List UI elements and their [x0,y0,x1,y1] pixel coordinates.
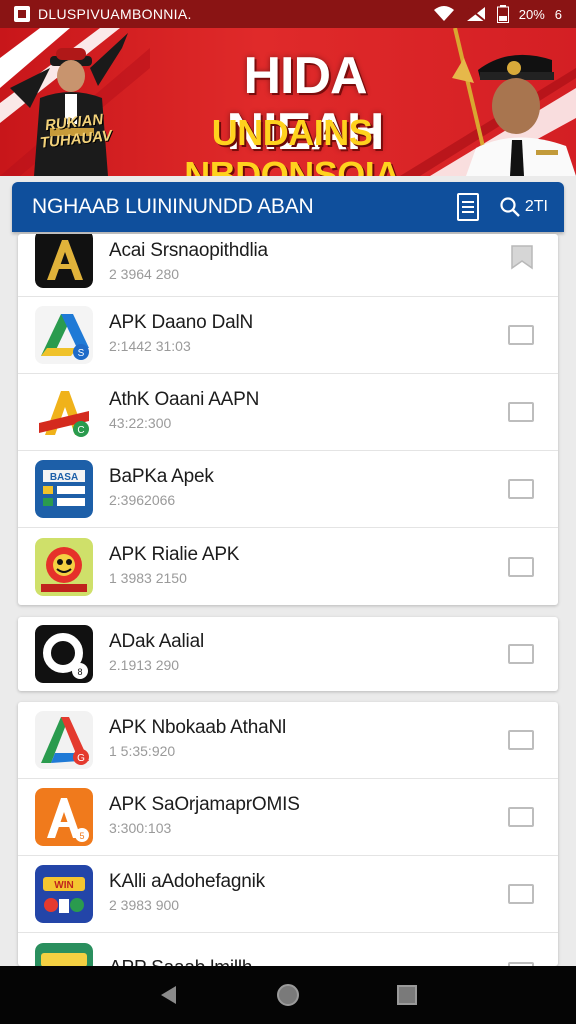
blue-panel-icon: BASA [35,460,93,518]
select-checkbox[interactable] [508,884,534,904]
status-bar: DLUSPIVUAMBONNIA. 20% 6 [0,0,576,28]
recents-button[interactable] [393,981,421,1009]
select-checkbox[interactable] [508,556,534,577]
list-item-name: ADak Aalial [109,630,204,652]
list-item-name: APK Nbokaab AthaNl [109,716,287,738]
list-item[interactable]: 5 APK SaOrjamaprOMIS 3:300:103 [18,779,558,856]
list-item[interactable]: 8 ADak Aalial 2.1913 290 [18,617,558,691]
orange-a-icon: 5 [35,788,93,846]
game-icon: WIN [35,865,93,923]
list-item-meta: 1 3983 2150 [109,569,187,586]
select-checkbox[interactable] [508,402,534,422]
wifi-icon [433,6,454,21]
list-item-text: APP Saaab lmillh [109,957,252,966]
notification-app-icon [14,6,30,22]
list-item[interactable]: S APK Daano DalN 2:1442 31:03 [18,297,558,374]
list-item[interactable]: APP Saaab lmillh [18,933,558,966]
list-item-meta: 43:22:300 [109,414,172,431]
list-item-name: Acai Srsnaopithdlia [109,239,268,261]
list-item[interactable]: WIN KAlli aAdohefagnik 2 3983 900 [18,856,558,933]
list-item-meta: 2:3962066 [109,491,176,508]
list-item[interactable]: BASA BaPKa Apek 2:3962066 [18,451,558,528]
status-indicators: 20% 6 [433,5,562,23]
back-icon [161,986,177,1004]
officer-right-image [466,54,576,176]
select-checkbox[interactable] [508,730,534,750]
svg-text:S: S [78,348,85,359]
list-item-text: KAlli aAdohefagnik 2 3983 900 [109,871,265,913]
red-yellow-a-icon: C [35,383,93,441]
list-item-name: APK Daano DalN [109,311,253,333]
app-bar-title: NGHAAB LUININUNDD ABAN [32,195,314,218]
select-checkbox[interactable] [508,807,534,827]
bookmark-icon[interactable] [510,244,534,270]
search-button[interactable]: 2TI [499,196,548,218]
list-item-name: APK SaOrjamaprOMIS [109,793,300,815]
list-item-name: APK Rialie APK [109,543,240,565]
list-item-meta: 2 3983 900 [109,896,180,913]
recents-icon [396,985,417,1005]
green-blue-a-icon: S [35,306,93,364]
list-item-meta: 1 5:35:920 [109,742,176,759]
list-item-text: BaPKa Apek 2:3962066 [109,466,214,508]
list-item-meta: 2:1442 31:03 [109,337,191,354]
black-ring-icon: 8 [35,625,93,683]
search-label: 2TI [524,198,548,215]
list-item-meta: 2.1913 290 [109,656,180,673]
app-list-card-3: G APK Nbokaab AthaNl 1 5:35:920 5 APK Sa… [18,702,558,966]
list-item[interactable]: Acai Srsnaopithdlia 2 3964 280 [18,234,558,297]
svg-text:BASA: BASA [50,472,78,483]
svg-text:8: 8 [77,667,82,677]
list-item-name: KAlli aAdohefagnik [109,870,265,892]
google-a-icon: G [35,711,93,769]
app-bar: NGHAAB LUININUNDD ABAN 2TI [12,182,564,232]
list-item[interactable]: G APK Nbokaab AthaNl 1 5:35:920 [18,702,558,779]
list-item-name: BaPKa Apek [109,465,214,487]
list-item-text: Acai Srsnaopithdlia 2 3964 280 [109,240,268,282]
officer-left-image [10,33,128,176]
promo-banner[interactable]: RUKIAN TUHAUAV HIDA NIEAH UNDAINS NBDONS… [0,28,576,176]
no-signal-icon [466,7,486,22]
document-list-button[interactable] [453,192,483,222]
green-game-icon [35,942,93,966]
list-item-text: AthK Oaani AAPN 43:22:300 [109,389,259,431]
list-item-name: APP Saaab lmillh [109,957,252,966]
system-nav-bar [0,966,576,1024]
list-item-text: APK Rialie APK 1 3983 2150 [109,543,239,585]
list-item-meta: 3:300:103 [109,819,172,836]
list-item-text: ADak Aalial 2.1913 290 [109,631,204,673]
list-item-text: APK Daano DalN 2:1442 31:03 [109,312,253,354]
svg-text:G: G [77,753,85,764]
gold-a-icon [35,234,93,288]
battery-icon [496,5,509,23]
battery-text: 20% [518,6,545,22]
list-item-name: AthK Oaani AAPN [109,388,260,410]
back-button[interactable] [155,981,183,1009]
app-list-card-1: Acai Srsnaopithdlia 2 3964 280 S APK Daa… [18,234,558,605]
svg-text:C: C [77,425,84,436]
banner-subline: UNDAINS NBDONSOIA [184,112,400,176]
select-checkbox[interactable] [508,325,534,345]
list-item-text: APK Nbokaab AthaNl 1 5:35:920 [109,717,286,759]
status-title: DLUSPIVUAMBONNIA. [38,6,192,22]
mascot-icon [35,537,93,596]
select-checkbox[interactable] [508,644,534,664]
list-item-text: APK SaOrjamaprOMIS 3:300:103 [109,794,300,836]
list-item-meta: 2 3964 280 [109,265,180,282]
home-icon [276,984,299,1006]
document-list-icon [456,193,479,221]
svg-text:5: 5 [79,831,84,841]
list-item[interactable]: C AthK Oaani AAPN 43:22:300 [18,374,558,451]
select-checkbox[interactable] [508,479,534,499]
list-item[interactable]: APK Rialie APK 1 3983 2150 [18,528,558,605]
home-button[interactable] [274,981,302,1009]
status-extra: 6 [554,6,562,22]
app-list-card-2: 8 ADak Aalial 2.1913 290 [18,617,558,691]
svg-text:WIN: WIN [54,880,73,891]
search-icon [500,197,520,217]
